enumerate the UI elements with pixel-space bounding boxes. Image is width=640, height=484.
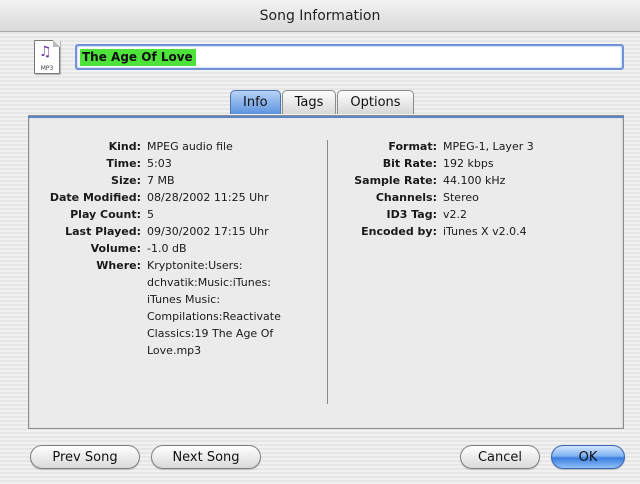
where-value: Kryptonite:Users: dchvatik:Music:iTunes:… <box>147 259 281 357</box>
play-count-value: 5 <box>147 208 154 221</box>
play-count-label: Play Count: <box>70 208 141 221</box>
last-played-label: Last Played: <box>65 225 141 238</box>
file-type-label: MP3 <box>40 65 54 72</box>
id3-tag-value: v2.2 <box>443 208 468 221</box>
panel-top-accent <box>28 116 624 118</box>
tab-bar: Info Tags Options <box>230 90 415 114</box>
volume-row: Volume: -1.0 dB <box>34 240 307 257</box>
mp3-file-icon: ♫ MP3 <box>34 40 60 74</box>
sample-rate-value: 44.100 kHz <box>443 174 506 187</box>
encoded-by-row: Encoded by: iTunes X v2.0.4 <box>334 223 534 240</box>
sample-rate-row: Sample Rate: 44.100 kHz <box>334 172 534 189</box>
info-left-column: Kind: MPEG audio file Time: 5:03 Size: 7… <box>34 138 307 359</box>
kind-value: MPEG audio file <box>147 140 233 153</box>
channels-label: Channels: <box>375 191 437 204</box>
tab-info[interactable]: Info <box>230 90 281 114</box>
window-titlebar[interactable]: Song Information <box>0 0 640 32</box>
channels-row: Channels: Stereo <box>334 189 534 206</box>
time-value: 5:03 <box>147 157 172 170</box>
date-modified-label: Date Modified: <box>49 191 141 204</box>
id3-tag-label: ID3 Tag: <box>386 208 438 221</box>
last-played-value: 09/30/2002 17:15 Uhr <box>147 225 269 238</box>
kind-label: Kind: <box>108 140 141 153</box>
format-row: Format: MPEG-1, Layer 3 <box>334 138 534 155</box>
song-name-field[interactable]: The Age Of Love <box>75 44 624 70</box>
size-row: Size: 7 MB <box>34 172 307 189</box>
kind-row: Kind: MPEG audio file <box>34 138 307 155</box>
channels-value: Stereo <box>443 191 479 204</box>
bit-rate-row: Bit Rate: 192 kbps <box>334 155 534 172</box>
play-count-row: Play Count: 5 <box>34 206 307 223</box>
window-title: Song Information <box>259 7 381 24</box>
format-label: Format: <box>388 140 437 153</box>
prev-song-button[interactable]: Prev Song <box>30 445 140 469</box>
size-label: Size: <box>111 174 141 187</box>
volume-label: Volume: <box>90 242 141 255</box>
info-right-column: Format: MPEG-1, Layer 3 Bit Rate: 192 kb… <box>334 138 534 240</box>
song-name-selected-text: The Age Of Love <box>80 48 196 66</box>
cancel-button[interactable]: Cancel <box>460 445 540 469</box>
size-value: 7 MB <box>147 174 175 187</box>
encoded-by-label: Encoded by: <box>361 225 437 238</box>
bit-rate-label: Bit Rate: <box>382 157 437 170</box>
sample-rate-label: Sample Rate: <box>354 174 437 187</box>
where-label: Where: <box>96 259 141 272</box>
format-value: MPEG-1, Layer 3 <box>443 140 534 153</box>
tab-tags[interactable]: Tags <box>281 90 337 114</box>
volume-value: -1.0 dB <box>147 242 187 255</box>
bit-rate-value: 192 kbps <box>443 157 494 170</box>
next-song-button[interactable]: Next Song <box>151 445 261 469</box>
last-played-row: Last Played: 09/30/2002 17:15 Uhr <box>34 223 307 240</box>
date-modified-value: 08/28/2002 11:25 Uhr <box>147 191 269 204</box>
time-row: Time: 5:03 <box>34 155 307 172</box>
page-corner-icon <box>53 40 60 47</box>
time-label: Time: <box>106 157 141 170</box>
encoded-by-value: iTunes X v2.0.4 <box>443 225 527 238</box>
column-divider <box>327 140 328 404</box>
date-modified-row: Date Modified: 08/28/2002 11:25 Uhr <box>34 189 307 206</box>
music-note-icon: ♫ <box>39 44 52 60</box>
ok-button[interactable]: OK <box>551 445 625 469</box>
id3-tag-row: ID3 Tag: v2.2 <box>334 206 534 223</box>
where-row: Where: Kryptonite:Users: dchvatik:Music:… <box>34 257 307 359</box>
tab-options[interactable]: Options <box>337 90 414 114</box>
